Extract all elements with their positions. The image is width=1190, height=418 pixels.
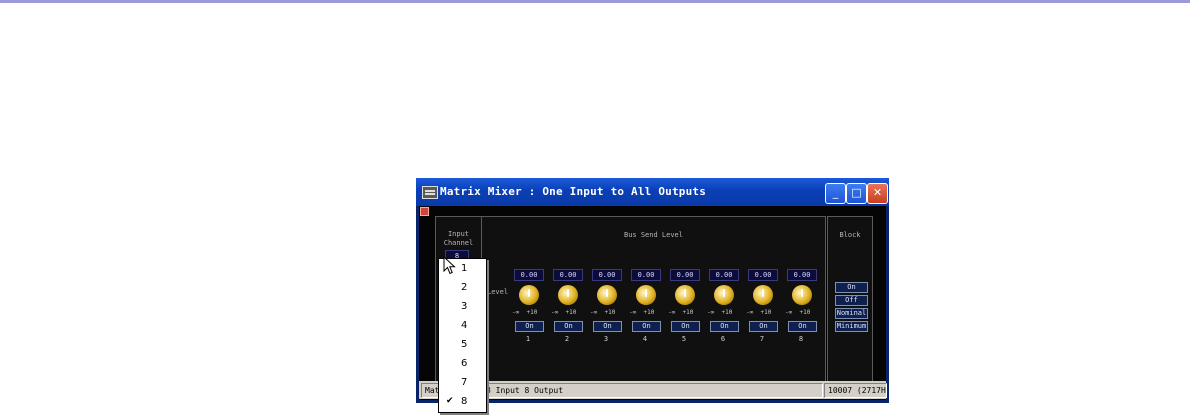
ch6-on-button[interactable]: On	[710, 321, 739, 332]
dropdown-item-4[interactable]: 4	[439, 316, 486, 335]
status-config: 8 Input 8 Output	[486, 386, 564, 395]
input-channel-dropdown: 1 2 3 4 5 6 7 ✔ 8	[438, 258, 487, 413]
dropdown-item-2[interactable]: 2	[439, 278, 486, 297]
ch5-number: 5	[681, 335, 687, 343]
level-row-label: Level	[487, 288, 509, 296]
minimize-button[interactable]: _	[825, 183, 846, 204]
ch8-level-knob[interactable]	[792, 285, 812, 305]
ch4-level-knob[interactable]	[636, 285, 656, 305]
title-bar[interactable]: Matrix Mixer : One Input to All Outputs …	[416, 178, 889, 206]
ch3-scale-min: -∞	[590, 309, 598, 316]
ch1-level-knob[interactable]	[519, 285, 539, 305]
ch5-scale-max: +10	[682, 309, 694, 316]
ch7-number: 7	[759, 335, 765, 343]
ch5-level-knob[interactable]	[675, 285, 695, 305]
status-bar: Matr 8 Input 8 Output 10007 (2717H)	[419, 381, 887, 399]
top-border-line	[0, 0, 1190, 3]
ch7-level-value[interactable]: 0.00	[748, 269, 778, 281]
bus-send-level-title: Bus Send Level	[623, 231, 683, 239]
ch4-level-value[interactable]: 0.00	[631, 269, 661, 281]
ch7-scale-max: +10	[760, 309, 772, 316]
ch5-scale-min: -∞	[668, 309, 676, 316]
ch3-level-value[interactable]: 0.00	[592, 269, 622, 281]
ch2-scale-max: +10	[565, 309, 577, 316]
dropdown-item-label: 8	[461, 396, 468, 407]
block-minimum-button[interactable]: Minimum	[835, 321, 868, 332]
dropdown-item-label: 4	[461, 320, 468, 331]
ch1-scale-max: +10	[526, 309, 538, 316]
mixer-client-area: Input Channel 8 Bus Send Level Level 0.0…	[419, 206, 886, 400]
ch7-scale: -∞ +10	[746, 309, 771, 316]
dropdown-item-7[interactable]: 7	[439, 373, 486, 392]
ch1-number: 1	[525, 335, 531, 343]
ch6-scale-min: -∞	[707, 309, 715, 316]
ch2-number: 2	[564, 335, 570, 343]
dropdown-item-label: 5	[461, 339, 468, 350]
ch8-on-button[interactable]: On	[788, 321, 817, 332]
matrix-app-icon[interactable]	[422, 186, 438, 199]
ch2-scale: -∞ +10	[551, 309, 576, 316]
ch6-level-value[interactable]: 0.00	[709, 269, 739, 281]
window-menu-icon[interactable]	[420, 207, 429, 216]
ch4-scale-min: -∞	[629, 309, 637, 316]
ch8-scale-max: +10	[799, 309, 811, 316]
ch7-level-knob[interactable]	[753, 285, 773, 305]
ch3-scale-max: +10	[604, 309, 616, 316]
ch7-on-button[interactable]: On	[749, 321, 778, 332]
ch6-level-knob[interactable]	[714, 285, 734, 305]
ch7-scale-min: -∞	[746, 309, 754, 316]
ch4-scale: -∞ +10	[629, 309, 654, 316]
dropdown-item-label: 3	[461, 301, 468, 312]
ch5-level-value[interactable]: 0.00	[670, 269, 700, 281]
ch3-on-button[interactable]: On	[593, 321, 622, 332]
dropdown-item-label: 7	[461, 377, 468, 388]
dropdown-item-3[interactable]: 3	[439, 297, 486, 316]
ch5-on-button[interactable]: On	[671, 321, 700, 332]
dropdown-item-5[interactable]: 5	[439, 335, 486, 354]
ch1-on-button[interactable]: On	[515, 321, 544, 332]
checkmark-icon: ✔	[446, 396, 454, 406]
maximize-button[interactable]: □	[846, 183, 867, 204]
dropdown-item-8[interactable]: ✔ 8	[439, 392, 486, 411]
block-off-button[interactable]: Off	[835, 295, 868, 306]
ch2-on-button[interactable]: On	[554, 321, 583, 332]
dropdown-item-label: 6	[461, 358, 468, 369]
ch8-scale-min: -∞	[785, 309, 793, 316]
block-on-button[interactable]: On	[835, 282, 868, 293]
ch1-scale-min: -∞	[512, 309, 520, 316]
ch3-scale: -∞ +10	[590, 309, 615, 316]
ch5-scale: -∞ +10	[668, 309, 693, 316]
ch8-number: 8	[798, 335, 804, 343]
ch1-scale: -∞ +10	[512, 309, 537, 316]
input-channel-label-1: Input	[447, 230, 470, 238]
ch8-scale: -∞ +10	[785, 309, 810, 316]
close-button[interactable]: ✕	[867, 183, 888, 204]
ch6-scale: -∞ +10	[707, 309, 732, 316]
ch4-scale-max: +10	[643, 309, 655, 316]
ch2-level-value[interactable]: 0.00	[553, 269, 583, 281]
block-panel: Block On Off Nominal Minimum	[827, 216, 873, 382]
dropdown-item-label: 2	[461, 282, 468, 293]
input-channel-label-2: Channel	[443, 239, 474, 247]
ch4-number: 4	[642, 335, 648, 343]
dropdown-item-label: 1	[461, 263, 468, 274]
bus-send-level-panel: Bus Send Level Level 0.00 -∞ +10 On 1 0.…	[481, 216, 826, 382]
dropdown-item-6[interactable]: 6	[439, 354, 486, 373]
ch6-scale-max: +10	[721, 309, 733, 316]
window-title: Matrix Mixer : One Input to All Outputs	[440, 185, 707, 198]
ch2-level-knob[interactable]	[558, 285, 578, 305]
ch8-level-value[interactable]: 0.00	[787, 269, 817, 281]
status-address: 10007 (2717H)	[824, 383, 887, 398]
ch6-number: 6	[720, 335, 726, 343]
block-nominal-button[interactable]: Nominal	[835, 308, 868, 319]
ch4-on-button[interactable]: On	[632, 321, 661, 332]
ch1-level-value[interactable]: 0.00	[514, 269, 544, 281]
ch3-number: 3	[603, 335, 609, 343]
ch3-level-knob[interactable]	[597, 285, 617, 305]
ch2-scale-min: -∞	[551, 309, 559, 316]
mouse-pointer-icon	[443, 256, 456, 275]
block-title: Block	[839, 231, 861, 239]
